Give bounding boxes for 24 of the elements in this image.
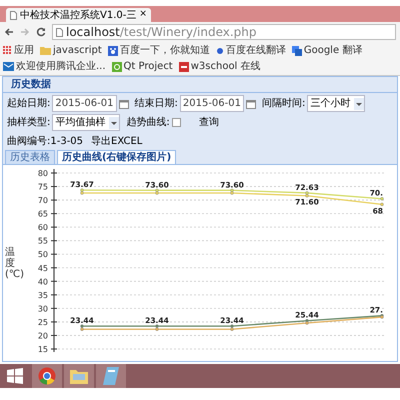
filter-label: 间隔时间:: [262, 96, 306, 111]
y-tick-label: 40: [38, 277, 48, 286]
y-tick-label: 30: [38, 304, 48, 314]
panel-title: 历史数据: [11, 78, 51, 92]
y-tick-label: 20: [38, 331, 48, 340]
filter-label: 抽样类型:: [7, 116, 50, 130]
y-tick-label: 60: [38, 223, 48, 232]
y-tick-label: 55: [38, 236, 48, 246]
y-tick-label: 65: [38, 210, 48, 219]
y-tick-label: 15: [38, 345, 48, 354]
filter-label: 趋势曲线:: [126, 116, 170, 130]
filter-label: 起始日期:: [7, 96, 50, 111]
y-tick-label: 75: [38, 182, 48, 192]
y-tick-label: 35: [38, 290, 48, 300]
y-tick-label: 45: [38, 264, 48, 273]
y-tick-label: 70: [38, 196, 48, 206]
tab-title: 中检技术温控系统V1.0-三: [20, 8, 136, 22]
y-axis-label: 温度(℃): [5, 246, 24, 280]
y-tick-label: 50: [38, 250, 48, 260]
filter-label: 结束日期:: [134, 96, 178, 111]
url-text: localhost/test/Winery/index.php: [66, 24, 256, 41]
y-tick-label: 25: [38, 318, 48, 327]
valve-number: 曲阀编号:1-3-05: [7, 134, 84, 149]
y-tick-label: 80: [38, 169, 48, 178]
